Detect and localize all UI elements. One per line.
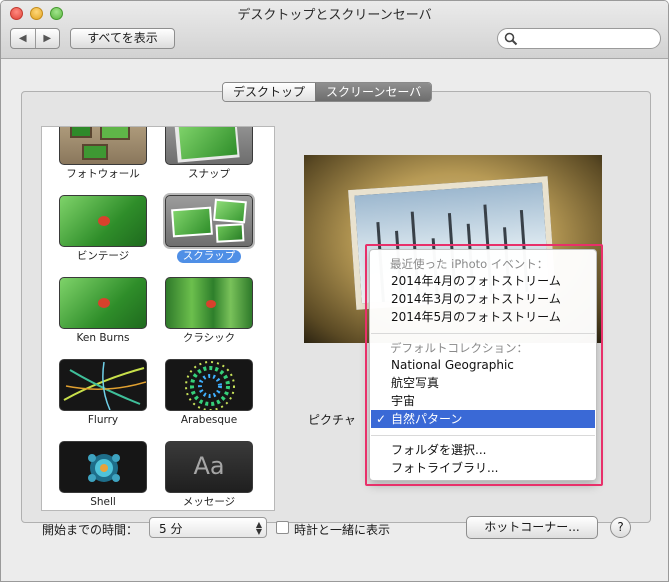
saver-label: メッセージ xyxy=(182,496,236,508)
search-icon xyxy=(504,32,518,46)
saver-item-photo-wall[interactable]: フォトウォール xyxy=(56,127,150,181)
saver-label: フォトウォール xyxy=(66,168,140,180)
tab-screen-saver[interactable]: スクリーンセーバ xyxy=(315,83,432,101)
saver-label: スナップ xyxy=(188,168,230,180)
classic-thumbnail xyxy=(165,277,253,329)
saver-label: Flurry xyxy=(87,414,119,426)
flurry-thumbnail xyxy=(59,359,147,411)
saver-label: ビンテージ xyxy=(76,250,130,262)
preferences-window: デスクトップとスクリーンセーバ ◀ ▶ すべてを表示 デスクトップ スクリーンセ… xyxy=(0,0,669,582)
help-button[interactable]: ? xyxy=(610,517,631,538)
saver-label: クラシック xyxy=(182,332,236,344)
show-clock-label[interactable]: 時計と一緒に表示 xyxy=(294,521,390,538)
saver-item-shell[interactable]: Shell xyxy=(56,441,150,509)
start-after-popup[interactable]: 5 分 ▲ ▼ xyxy=(149,517,267,538)
picture-source-label: ピクチャ xyxy=(308,413,356,427)
ken-burns-thumbnail xyxy=(59,277,147,329)
photo-wall-thumbnail xyxy=(59,127,147,165)
message-thumbnail: Aa xyxy=(165,441,253,493)
saver-label: Arabesque xyxy=(180,414,238,426)
message-thumb-text: Aa xyxy=(193,452,225,480)
back-button[interactable]: ◀ xyxy=(11,29,35,48)
saver-item-message[interactable]: Aa メッセージ xyxy=(162,441,256,509)
saver-label: スクラップ xyxy=(176,250,242,263)
tab-bar: デスクトップ スクリーンセーバ xyxy=(222,82,433,102)
saver-item-scrap[interactable]: スクラップ xyxy=(162,195,256,263)
start-after-label: 開始までの時間： xyxy=(42,523,139,537)
saver-label: Shell xyxy=(90,496,116,508)
arabesque-thumbnail xyxy=(165,359,253,411)
saver-item-flurry[interactable]: Flurry xyxy=(56,359,150,427)
forward-arrow-icon: ▶ xyxy=(43,33,52,44)
title-bar: デスクトップとスクリーンセーバ ◀ ▶ すべてを表示 xyxy=(1,1,668,59)
shell-thumbnail xyxy=(59,441,147,493)
saver-item-ken-burns[interactable]: Ken Burns xyxy=(56,277,150,345)
saver-item-snap[interactable]: スナップ xyxy=(162,127,256,181)
forward-button[interactable]: ▶ xyxy=(34,29,60,48)
saver-item-vintage[interactable]: ビンテージ xyxy=(56,195,150,263)
hot-corners-button[interactable]: ホットコーナー... xyxy=(466,516,598,539)
scrap-thumbnail xyxy=(165,195,253,247)
saver-label: Ken Burns xyxy=(76,332,130,344)
search-field[interactable] xyxy=(497,28,661,49)
vintage-thumbnail xyxy=(59,195,147,247)
window-title: デスクトップとスクリーンセーバ xyxy=(237,8,432,23)
screen-saver-list[interactable]: フォトウォール スナップ ビンテージ スクラップ Ken Burns クラシック… xyxy=(41,126,275,511)
annotation-highlight-box xyxy=(365,244,603,486)
start-after-value: 5 分 xyxy=(159,522,183,536)
tab-desktop[interactable]: デスクトップ xyxy=(223,83,316,101)
show-all-button[interactable]: すべてを表示 xyxy=(70,28,175,49)
snap-thumbnail xyxy=(165,127,253,165)
back-arrow-icon: ◀ xyxy=(18,33,27,44)
updown-arrows-icon: ▲ ▼ xyxy=(255,520,262,536)
saver-item-arabesque[interactable]: Arabesque xyxy=(162,359,256,427)
show-clock-checkbox[interactable] xyxy=(276,521,289,534)
saver-item-classic[interactable]: クラシック xyxy=(162,277,256,345)
back-forward-control: ◀ ▶ xyxy=(10,28,60,49)
